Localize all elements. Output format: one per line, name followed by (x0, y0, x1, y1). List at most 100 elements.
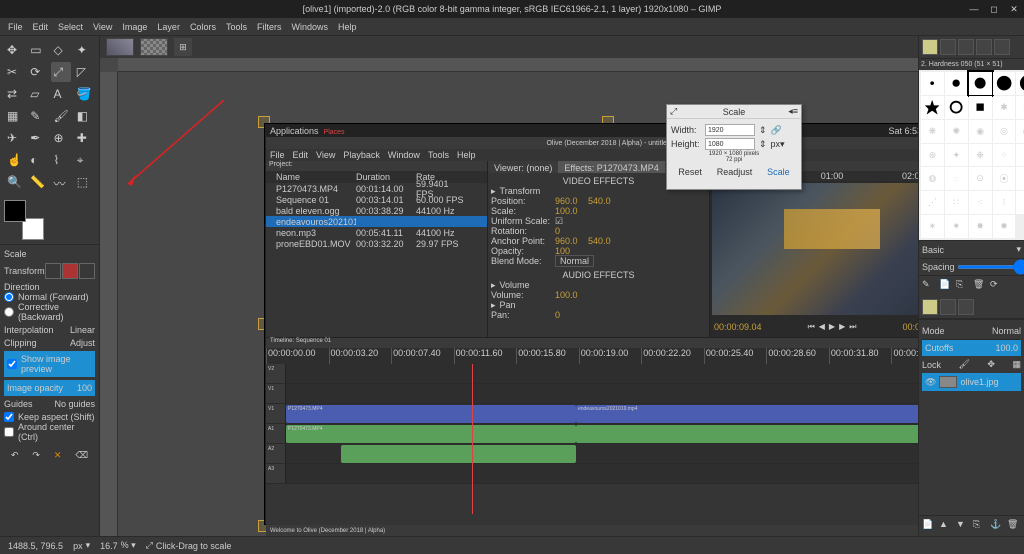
brush-item[interactable] (1016, 72, 1024, 95)
brush-item[interactable]: ✹ (993, 215, 1016, 238)
move-tool[interactable]: ✥ (4, 40, 24, 60)
delete-icon[interactable]: ✕ (54, 450, 62, 461)
brush-item[interactable]: ✱ (993, 96, 1016, 119)
brush-item[interactable]: ❉ (969, 144, 992, 167)
project-row[interactable]: P1270473.MP400:01:14.0059.9401 FPS (266, 183, 487, 194)
undo-icon[interactable]: ↶ (11, 450, 19, 461)
layer-up-icon[interactable]: ▲ (939, 519, 953, 533)
edit-brush-icon[interactable]: ✎ (922, 279, 936, 293)
project-row-selected[interactable]: endeavouros2021019.mp4 (266, 216, 487, 227)
brush-item[interactable]: ⁙ (1016, 191, 1024, 214)
airbrush-tool[interactable]: ✈ (4, 128, 24, 148)
paths-tab2[interactable] (958, 299, 974, 315)
paths-tab[interactable] (994, 39, 1010, 55)
menu-tools[interactable]: Tools (226, 22, 247, 32)
scale-height-input[interactable] (705, 138, 755, 150)
brush-item[interactable]: ✺ (945, 120, 968, 143)
audio-clip[interactable] (576, 425, 918, 443)
perspective-tool[interactable]: ▱ (27, 84, 47, 104)
vertical-ruler[interactable] (100, 72, 118, 536)
menu-filters[interactable]: Filters (257, 22, 282, 32)
dodge-tool[interactable]: ◐ (27, 150, 47, 170)
show-preview-check[interactable] (7, 359, 17, 369)
fg-color[interactable] (4, 200, 26, 222)
smudge-tool[interactable]: ☝ (4, 150, 24, 170)
redo-icon[interactable]: ↷ (32, 450, 40, 461)
lock-pos-icon[interactable]: ✥ (987, 359, 995, 370)
menu-edit[interactable]: Edit (33, 22, 49, 32)
zoom-display[interactable]: 16.7% ▾ (100, 540, 136, 551)
image-tab-1[interactable] (106, 38, 134, 56)
brush-item[interactable]: ⊙ (969, 167, 992, 190)
brush-item[interactable]: ⁘ (993, 144, 1016, 167)
prev-frame-icon[interactable]: ◀ (819, 322, 825, 332)
brush-item[interactable] (921, 96, 944, 119)
brush-item[interactable]: ◉ (969, 120, 992, 143)
rotate-tool[interactable]: ⟳ (27, 62, 47, 82)
brush-item[interactable]: ⁖ (969, 191, 992, 214)
link-icon[interactable]: 🔗 (771, 125, 782, 136)
patterns-tab[interactable] (940, 39, 956, 55)
eye-icon[interactable]: 👁 (925, 377, 936, 388)
lock-pixels-icon[interactable]: 🖌 (959, 359, 970, 370)
brush-item[interactable]: ❋ (921, 120, 944, 143)
crop-tool[interactable]: ✂ (4, 62, 24, 82)
brush-item[interactable]: ✸ (969, 215, 992, 238)
menu-view[interactable]: View (93, 22, 112, 32)
menu-help[interactable]: Help (338, 22, 357, 32)
project-row[interactable]: Sequence 0100:03:14.0160.000 FPS (266, 194, 487, 205)
brush-item[interactable] (945, 72, 968, 95)
measure-tool[interactable]: 📏 (27, 172, 47, 192)
scale-tool[interactable]: ⤢ (51, 62, 71, 82)
spacing-slider[interactable] (957, 265, 1024, 269)
brush-item[interactable]: ∴ (1016, 144, 1024, 167)
eraser-tool[interactable]: ◧ (74, 106, 94, 126)
brush-item[interactable] (945, 96, 968, 119)
brush-item[interactable]: ⊛ (921, 144, 944, 167)
layer-down-icon[interactable]: ▼ (956, 519, 970, 533)
audio-clip[interactable] (341, 445, 576, 463)
reset-button[interactable]: Reset (678, 167, 702, 177)
reset-icon[interactable]: ⌫ (75, 450, 88, 461)
transform-path-icon[interactable] (79, 263, 95, 279)
transform-sel-icon[interactable] (62, 263, 78, 279)
brush-item[interactable]: ∷ (945, 191, 968, 214)
dialog-menu-icon[interactable]: ◂≡ (788, 106, 798, 117)
around-center-check[interactable] (4, 427, 14, 437)
scale-button[interactable]: Scale (767, 167, 790, 177)
ink-tool[interactable]: ✒ (27, 128, 47, 148)
warp-tool[interactable]: 〰 (51, 172, 71, 192)
lock-alpha-icon[interactable]: ▦ (1012, 359, 1021, 370)
menu-colors[interactable]: Colors (190, 22, 216, 32)
pencil-tool[interactable]: ✎ (27, 106, 47, 126)
del-layer-icon[interactable]: 🗑 (1007, 519, 1021, 533)
free-select-tool[interactable]: ◇ (51, 40, 71, 60)
heal-tool[interactable]: ✚ (74, 128, 94, 148)
layers-tab[interactable] (922, 299, 938, 315)
menu-layer[interactable]: Layer (157, 22, 180, 32)
viewer-image[interactable] (712, 183, 918, 315)
brush-tool[interactable]: 🖌 (51, 106, 71, 126)
brush-item[interactable]: ⁂ (1016, 96, 1024, 119)
video-clip[interactable]: P1270473.MP4 (286, 405, 576, 423)
brush-item[interactable] (969, 72, 992, 95)
corrective-radio[interactable] (4, 307, 14, 317)
video-clip[interactable]: endeavouros2021019.mp4 (576, 405, 918, 423)
menu-windows[interactable]: Windows (291, 22, 328, 32)
readjust-button[interactable]: Readjust (717, 167, 753, 177)
color-swatches[interactable] (4, 200, 44, 240)
brush-item[interactable]: ⁝ (993, 191, 1016, 214)
new-brush-icon[interactable]: 📄 (939, 279, 953, 293)
scale-dialog[interactable]: ⤢Scale◂≡ Width:⇕🔗 Height:⇕px▾ 1920 × 108… (666, 104, 802, 190)
bucket-tool[interactable]: 🪣 (74, 84, 94, 104)
menu-image[interactable]: Image (122, 22, 147, 32)
brush-item[interactable]: ⦿ (993, 167, 1016, 190)
cage-tool[interactable]: ⬚ (74, 172, 94, 192)
normal-radio[interactable] (4, 292, 14, 302)
brush-item[interactable]: ✷ (945, 215, 968, 238)
brush-item[interactable] (921, 72, 944, 95)
next-frame-icon[interactable]: ▶ (839, 322, 845, 332)
brush-item[interactable]: ◌ (945, 167, 968, 190)
project-row[interactable]: proneEBD01.MOV00:03:32.2029.97 FPS (266, 238, 487, 249)
scale-width-input[interactable] (705, 124, 755, 136)
